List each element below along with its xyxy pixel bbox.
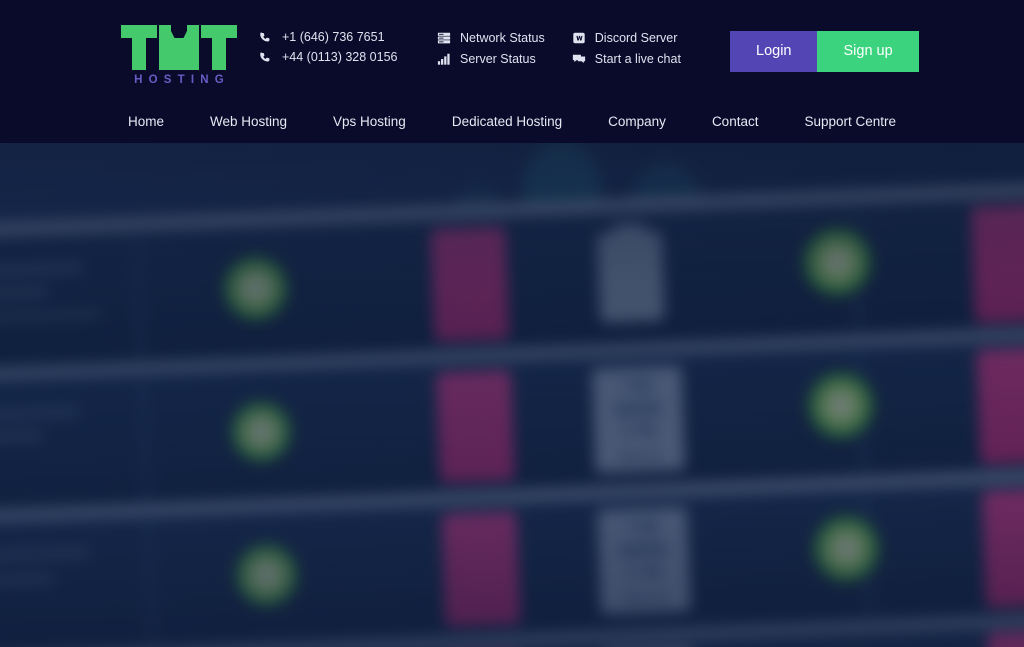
svg-text:SATA: SATA <box>614 397 663 420</box>
nav-item-home[interactable]: Home <box>105 115 187 129</box>
auth-button-group: Login Sign up <box>730 31 919 72</box>
nav-item-web-hosting[interactable]: Web Hosting <box>187 115 310 129</box>
chat-bubble-icon <box>572 52 586 66</box>
header-phone-list: +1 (646) 736 7651 +44 (0113) 328 0156 <box>259 31 398 64</box>
status-link-column: Network Status Server Status <box>437 31 545 66</box>
phone-icon <box>259 51 272 64</box>
hero-background-image: 7.2K SATA 2 TB 658102 <box>0 143 1024 647</box>
discord-server-label: Discord Server <box>595 32 678 45</box>
phone-number-us: +1 (646) 736 7651 <box>282 31 385 44</box>
server-stack-icon <box>437 31 451 45</box>
svg-text:658102: 658102 <box>617 448 663 465</box>
phone-link-us[interactable]: +1 (646) 736 7651 <box>259 31 398 44</box>
page-root: HOSTING +1 (646) 736 7651 +44 (0113) 328… <box>0 0 1024 647</box>
site-header: HOSTING +1 (646) 736 7651 +44 (0113) 328… <box>0 0 1024 143</box>
header-link-columns: Network Status Server Status <box>437 31 681 66</box>
nav-item-vps-hosting[interactable]: Vps Hosting <box>310 115 429 129</box>
network-status-label: Network Status <box>460 32 545 45</box>
site-logo[interactable]: HOSTING <box>121 25 237 87</box>
nav-item-contact[interactable]: Contact <box>689 115 782 129</box>
svg-text:2 TB: 2 TB <box>627 564 661 582</box>
svg-text:7.2K: 7.2K <box>620 377 654 395</box>
main-navigation: Home Web Hosting Vps Hosting Dedicated H… <box>0 100 1024 143</box>
live-chat-label: Start a live chat <box>595 53 681 66</box>
discord-server-link[interactable]: Discord Server <box>572 31 681 45</box>
login-button[interactable]: Login <box>730 31 817 72</box>
phone-number-uk: +44 (0113) 328 0156 <box>282 51 398 64</box>
server-status-label: Server Status <box>460 53 536 66</box>
hero-copy-block: VERS sal with a VPS. <box>0 605 585 647</box>
svg-text:658102: 658102 <box>623 589 669 606</box>
phone-link-uk[interactable]: +44 (0113) 328 0156 <box>259 51 398 64</box>
nav-item-support-centre[interactable]: Support Centre <box>781 115 919 129</box>
signal-bars-icon <box>437 52 451 66</box>
nav-item-company[interactable]: Company <box>585 115 689 129</box>
phone-icon <box>259 31 272 44</box>
svg-text:SATA: SATA <box>619 539 668 562</box>
live-chat-link[interactable]: Start a live chat <box>572 52 681 66</box>
discord-icon <box>572 31 586 45</box>
svg-text:7.2K: 7.2K <box>626 518 660 536</box>
community-link-column: Discord Server Start a live chat <box>572 31 681 66</box>
server-status-link[interactable]: Server Status <box>437 52 545 66</box>
tmt-wordmark-icon <box>121 25 237 70</box>
logo-tagline: HOSTING <box>121 75 237 87</box>
header-top-bar: HOSTING +1 (646) 736 7651 +44 (0113) 328… <box>0 0 1024 100</box>
signup-button[interactable]: Sign up <box>817 31 918 72</box>
hero-title: VERS <box>0 605 585 647</box>
hero-carousel: 7.2K SATA 2 TB 658102 <box>0 143 1024 647</box>
nav-item-dedicated-hosting[interactable]: Dedicated Hosting <box>429 115 585 129</box>
svg-text:2 TB: 2 TB <box>622 422 656 440</box>
network-status-link[interactable]: Network Status <box>437 31 545 45</box>
